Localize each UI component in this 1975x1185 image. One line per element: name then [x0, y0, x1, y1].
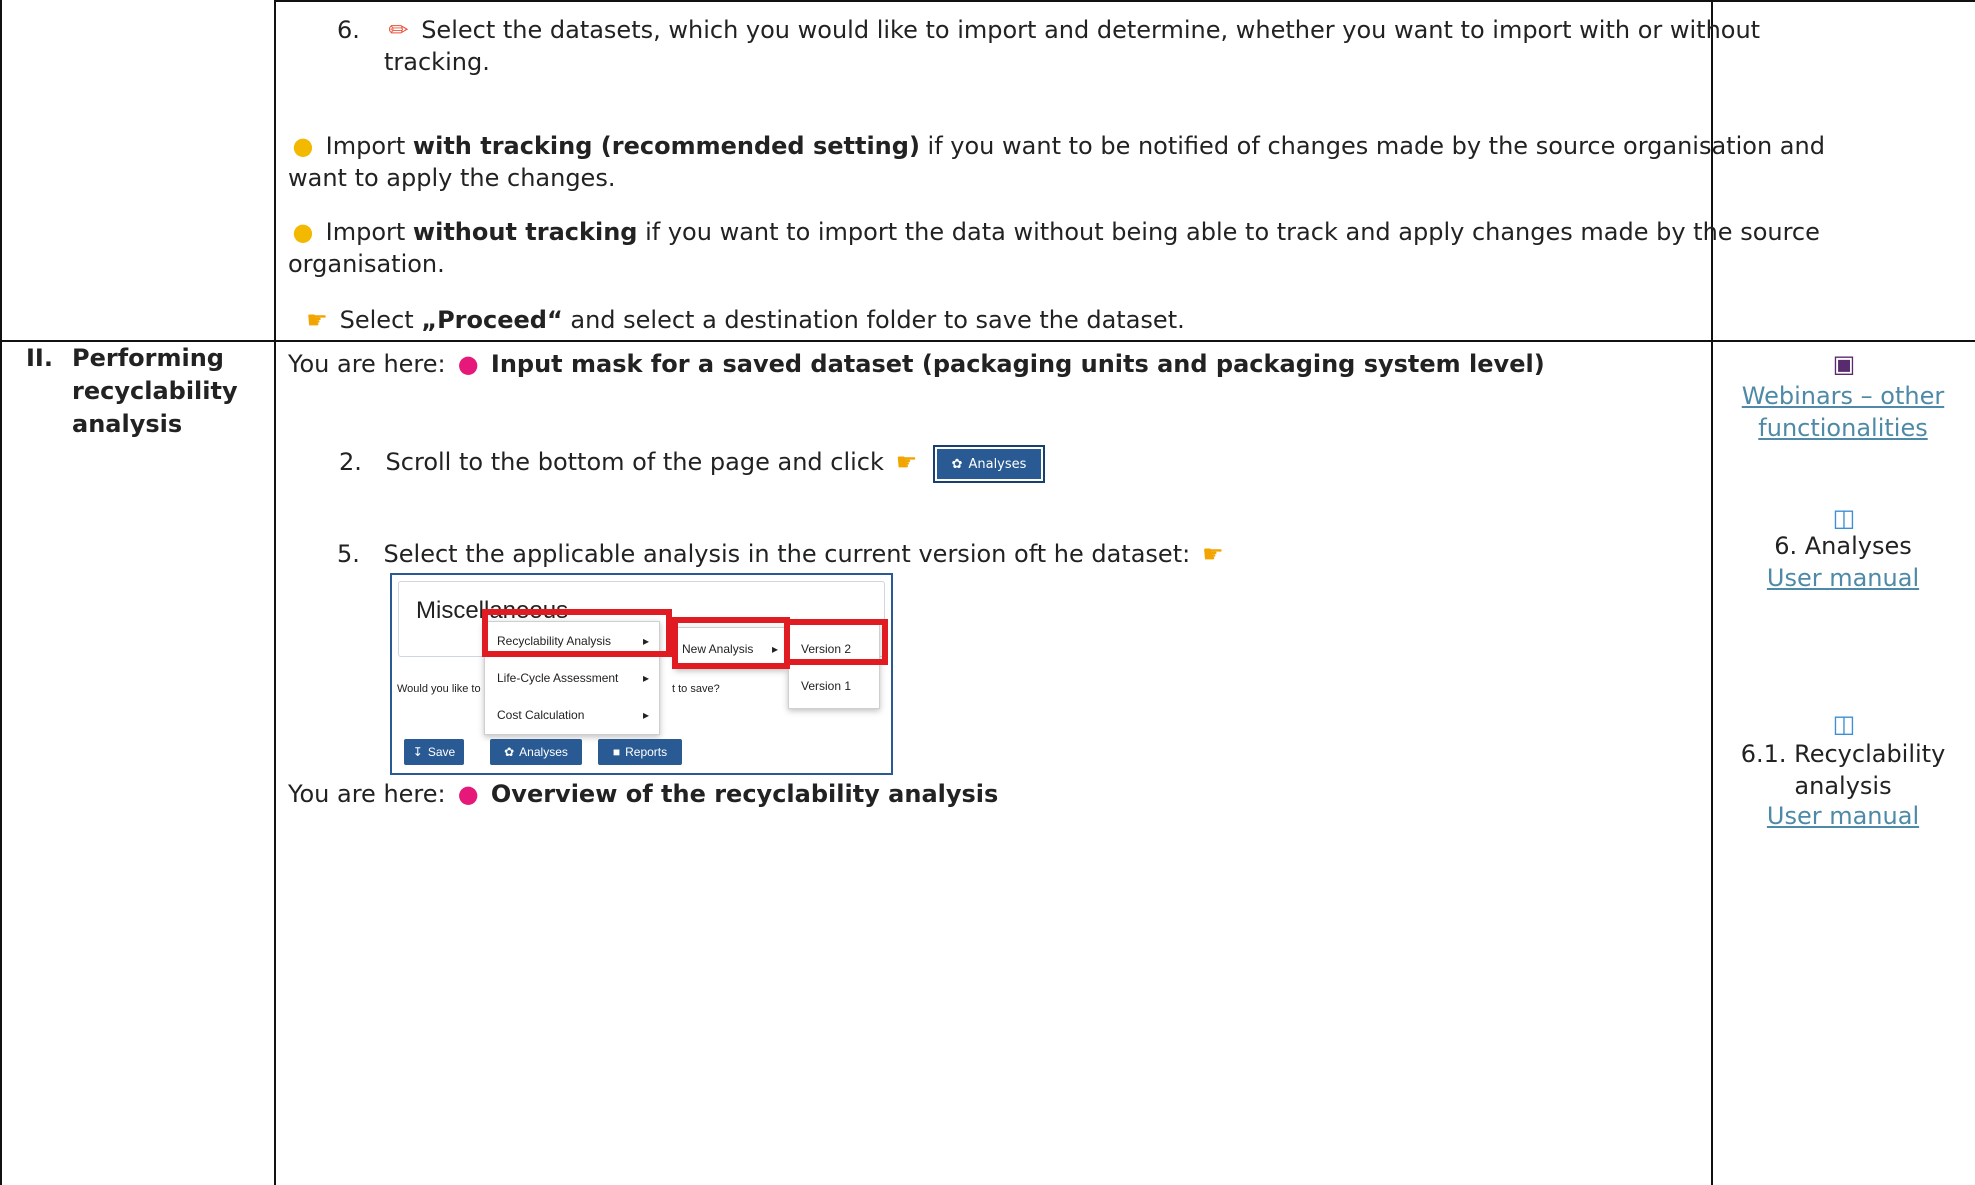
pointing-hand-icon: ☛ [306, 306, 328, 334]
you-are-here-overview: You are here: ● Overview of the recyclab… [288, 780, 998, 808]
save-button-label: Save [427, 745, 456, 759]
proceed-post: and select a destination folder to save … [562, 306, 1185, 334]
pin-icon: ● [457, 780, 479, 808]
table-border-top [274, 0, 1975, 2]
tip-post: if you want to import the data without b… [637, 218, 1820, 246]
webinars-link-line2: functionalities [1758, 414, 1928, 442]
save-question: Would you like to [397, 683, 481, 695]
recyclability-manual-title: 6.1. Recyclability analysis [1714, 738, 1972, 802]
camera-icon: ▣ [1832, 350, 1856, 378]
menu-item-label: Cost Calculation [497, 708, 585, 722]
section-title-line2: recyclability [72, 377, 238, 405]
step-number: 2. [339, 448, 362, 476]
folder-icon: ■ [612, 745, 621, 759]
step-number: 6. [337, 16, 360, 44]
pointing-hand-icon: ☛ [895, 448, 918, 476]
save-button[interactable]: ↧ Save [404, 739, 464, 765]
tip-bold: with tracking (recommended setting) [412, 132, 920, 160]
analyses-button-label: Analyses [519, 745, 568, 759]
save-question-tail: t to save? [672, 683, 720, 695]
step-6: 6. ✏ Select the datasets, which you woul… [337, 16, 1760, 44]
here-pre: You are here: [288, 350, 446, 378]
table-border-col1 [274, 0, 276, 1185]
leaf-icon: ✿ [951, 456, 963, 472]
pencil-icon: ✏ [388, 16, 409, 44]
table-row-divider [0, 340, 1975, 342]
section-title-line1: Performing [72, 344, 224, 372]
proceed-instruction: ☛ Select „Proceed“ and select a destinat… [302, 306, 1185, 334]
step-text: Select the applicable analysis in the cu… [383, 540, 1191, 568]
analyses-manual-title: 6. Analyses [1774, 532, 1912, 560]
tip-without-tracking: ● Import without tracking if you want to… [288, 218, 1820, 246]
tip-pre: Import [325, 218, 413, 246]
step-text: Select the datasets, which you would lik… [421, 16, 1761, 44]
highlight-new-analysis [672, 617, 790, 669]
menu-item-cost[interactable]: Cost Calculation [497, 708, 584, 722]
step-6-line2: tracking. [384, 48, 490, 76]
tip-bold: without tracking [412, 218, 638, 246]
section-number: II. [26, 344, 53, 372]
highlight-recyclability [482, 609, 672, 657]
book-icon: ◫ [1832, 710, 1856, 738]
menu-item-label: Version 1 [801, 679, 852, 693]
reports-button-label: Reports [625, 745, 668, 759]
step-2: 2. Scroll to the bottom of the page and … [339, 448, 922, 476]
pin-icon: ● [457, 350, 479, 378]
here-pre: You are here: [288, 780, 446, 808]
recyclability-title-line2: analysis [1794, 772, 1892, 800]
table-border-left [0, 0, 2, 1185]
step-text: Scroll to the bottom of the page and cli… [385, 448, 884, 476]
section-title-line3: analysis [72, 410, 183, 438]
analyses-button-sample[interactable]: ✿ Analyses [933, 445, 1045, 483]
lightbulb-icon: ● [292, 218, 314, 246]
you-are-here-input-mask: You are here: ● Input mask for a saved d… [288, 350, 1545, 378]
step-5: 5. Select the applicable analysis in the… [337, 540, 1228, 568]
webinars-link[interactable]: Webinars – other functionalities [1714, 380, 1972, 444]
tip-post: if you want to be notified of changes ma… [919, 132, 1825, 160]
tip-with-tracking-line2: want to apply the changes. [288, 164, 616, 192]
webinars-link-line1: Webinars – other [1741, 382, 1945, 410]
pointing-hand-icon: ☛ [1202, 540, 1224, 568]
menu-item-label: Life-Cycle Assessment [497, 671, 619, 685]
submenu-arrow-icon: ▸ [643, 671, 650, 685]
tip-without-tracking-line2: organisation. [288, 250, 445, 278]
tip-with-tracking: ● Import with tracking (recommended sett… [288, 132, 1825, 160]
tip-pre: Import [325, 132, 413, 160]
analyses-button[interactable]: ✿ Analyses [490, 739, 582, 765]
save-icon: ↧ [412, 745, 423, 759]
analysis-menu-screenshot: Miscellaneous Would you like to t to sav… [390, 573, 893, 775]
lightbulb-icon: ● [292, 132, 314, 160]
here-bold: Input mask for a saved dataset (packagin… [490, 350, 1545, 378]
highlight-version-2 [784, 619, 888, 665]
proceed-pre: Select [339, 306, 422, 334]
recyclability-user-manual-link[interactable]: User manual [1714, 802, 1972, 830]
analyses-button-label: Analyses [968, 456, 1027, 472]
menu-item-version-1[interactable]: Version 1 [801, 679, 851, 693]
submenu-arrow-icon: ▸ [643, 708, 650, 722]
step-number: 5. [337, 540, 360, 568]
reports-button[interactable]: ■ Reports [598, 739, 682, 765]
analyses-user-manual-link[interactable]: User manual [1714, 564, 1972, 592]
book-icon: ◫ [1832, 504, 1856, 532]
menu-item-lca[interactable]: Life-Cycle Assessment [497, 671, 618, 685]
leaf-icon: ✿ [504, 745, 515, 759]
here-bold: Overview of the recyclability analysis [490, 780, 999, 808]
recyclability-title-line1: 6.1. Recyclability [1740, 740, 1946, 768]
proceed-bold: „Proceed“ [421, 306, 563, 334]
table-border-col2 [1711, 0, 1713, 1185]
